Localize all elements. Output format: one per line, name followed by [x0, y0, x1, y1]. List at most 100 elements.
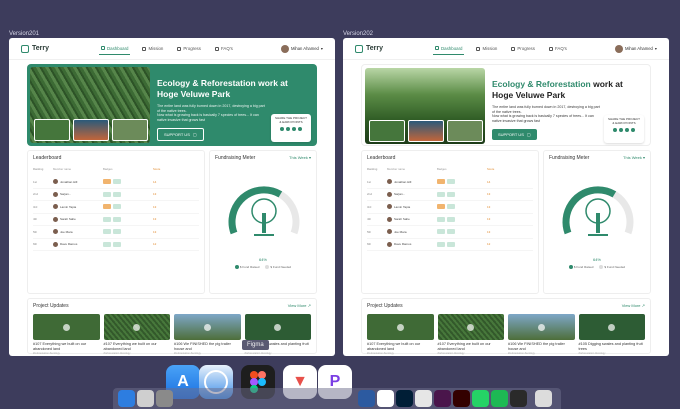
avatar — [53, 241, 58, 247]
textedit-icon[interactable] — [415, 390, 432, 407]
logo[interactable]: Terry — [355, 44, 383, 53]
video-thumbnail[interactable] — [508, 314, 575, 340]
launchpad-icon[interactable] — [137, 390, 154, 407]
whatsapp-icon[interactable] — [298, 127, 302, 132]
twitter-icon[interactable] — [613, 128, 617, 133]
member-name: Joe Mara — [60, 229, 73, 234]
preview-icon[interactable] — [358, 390, 375, 407]
thumbnail[interactable] — [34, 119, 70, 141]
design-frame-v202[interactable]: Terry Dashboard Mission Progress FAQ's M… — [343, 38, 669, 356]
table-row[interactable]: 2nd Sarjan... 13 — [367, 189, 533, 201]
leaderboard-rows: 1st Jonathan Hill 14 2nd Sarjan... 13 3rd Lam… — [33, 176, 199, 251]
play-icon[interactable] — [537, 323, 545, 331]
update-card[interactable]: #107 Everything we built on our abandone… — [367, 314, 434, 355]
dock-tooltip: Figma — [242, 340, 269, 350]
video-thumbnail[interactable] — [33, 314, 100, 340]
card-title: #107 Everything we built on our abandone… — [367, 342, 421, 351]
nav-faqs[interactable]: FAQ's — [547, 43, 569, 55]
update-card[interactable]: #107 Everything we built on our abandone… — [437, 314, 504, 355]
panel-title: Project Updates — [367, 303, 403, 309]
table-row[interactable]: 3rd Lamin Tapia 13 — [367, 201, 533, 214]
table-row[interactable]: 6th Dave Ramos 12 — [367, 239, 533, 251]
leaderboard-header: Ranking Member name Badges Score — [367, 167, 533, 171]
play-icon[interactable] — [203, 323, 211, 331]
nav-dashboard[interactable]: Dashboard — [99, 43, 131, 55]
spotify-icon[interactable] — [491, 390, 508, 407]
play-icon[interactable] — [274, 323, 282, 331]
avatar — [53, 191, 58, 197]
play-icon[interactable] — [467, 323, 475, 331]
avatar — [387, 241, 392, 247]
update-card[interactable]: #106 We FINISHED the pig trailer house a… — [508, 314, 575, 355]
badge-icon — [103, 216, 111, 222]
video-thumbnail[interactable] — [174, 314, 241, 340]
video-thumbnail[interactable] — [103, 314, 170, 340]
member-name: Sarah Sahe — [394, 217, 410, 222]
table-row[interactable]: 5th Joe Mara 13 — [33, 226, 199, 239]
support-us-button[interactable]: SUPPORT US ▢ — [492, 129, 537, 140]
design-frame-v201[interactable]: Terry Dashboard Mission Progress FAQ's M… — [9, 38, 335, 356]
whatsapp-icon[interactable] — [472, 390, 489, 407]
video-thumbnail[interactable] — [578, 314, 645, 340]
terminal-icon[interactable] — [510, 390, 527, 407]
whatsapp-icon[interactable] — [631, 128, 635, 133]
update-card[interactable]: #105 Digging swales and planting fruit t… — [578, 314, 645, 355]
play-icon[interactable] — [608, 323, 616, 331]
table-row[interactable]: 4th Sarah Sahe 13 — [367, 214, 533, 226]
this-week-dropdown[interactable]: This Week ▾ — [623, 155, 645, 160]
user-menu[interactable]: Mihan Ahamed ▾ — [280, 44, 323, 53]
nav-label: Dashboard — [441, 45, 463, 51]
instagram-icon[interactable] — [625, 128, 629, 133]
table-row[interactable]: 6th Dave Ramos 12 — [33, 239, 199, 251]
facebook-icon[interactable] — [619, 128, 623, 133]
nav-mission[interactable]: Mission — [140, 43, 165, 55]
update-card[interactable]: #106 We FINISHED the pig trailer house a… — [174, 314, 241, 355]
update-card[interactable]: #107 Everything we built on our abandone… — [103, 314, 170, 355]
video-thumbnail[interactable] — [244, 314, 311, 340]
logo-icon — [355, 44, 363, 53]
fundraising-panel: Fundraising Meter This Week ▾ 64% $ Fund… — [209, 150, 317, 294]
table-row[interactable]: 2nd Sarjan... 13 — [33, 189, 199, 201]
badge-icon — [447, 229, 455, 235]
thumbnail[interactable] — [369, 120, 405, 142]
support-us-button[interactable]: SUPPORT US ▢ — [157, 128, 204, 141]
video-thumbnail[interactable] — [367, 314, 434, 340]
user-menu[interactable]: Mihan Ahamed ▾ — [614, 44, 657, 53]
thumbnail[interactable] — [73, 119, 109, 141]
video-thumbnail[interactable] — [437, 314, 504, 340]
twitter-icon[interactable] — [280, 127, 284, 132]
play-icon[interactable] — [62, 323, 70, 331]
settings-icon[interactable] — [156, 390, 173, 407]
nav-progress[interactable]: Progress — [175, 43, 203, 55]
view-more-link[interactable]: View More ↗ — [288, 303, 311, 308]
avatar — [53, 204, 58, 210]
slack-icon[interactable] — [434, 390, 451, 407]
play-icon[interactable] — [133, 323, 141, 331]
nav-progress[interactable]: Progress — [509, 43, 537, 55]
thumbnail[interactable] — [408, 120, 444, 142]
nav-dashboard[interactable]: Dashboard — [433, 43, 465, 55]
gauge-legend: $ Fund Raised $ Fund Needed — [549, 265, 645, 270]
table-row[interactable]: 4th Sarah Sahe 13 — [33, 214, 199, 226]
facebook-icon[interactable] — [286, 127, 290, 132]
table-row[interactable]: 3rd Lamin Tapia 13 — [33, 201, 199, 214]
photoshop-icon[interactable] — [396, 390, 413, 407]
table-row[interactable]: 1st Jonathan Hill 14 — [367, 176, 533, 189]
nav-mission[interactable]: Mission — [474, 43, 499, 55]
logo[interactable]: Terry — [21, 44, 49, 53]
table-row[interactable]: 5th Joe Mara 13 — [367, 226, 533, 239]
instagram-icon[interactable] — [292, 127, 296, 132]
member-name: Dave Ramos — [60, 242, 78, 247]
update-card[interactable]: #107 Everything we built on our abandone… — [33, 314, 100, 355]
illustrator-icon[interactable] — [453, 390, 470, 407]
thumbnail[interactable] — [112, 119, 148, 141]
nav-faqs[interactable]: FAQ's — [213, 43, 235, 55]
finder-icon[interactable] — [118, 390, 135, 407]
table-row[interactable]: 1st Jonathan Hill 14 — [33, 176, 199, 189]
thumbnail[interactable] — [447, 120, 483, 142]
trash-icon[interactable] — [535, 390, 552, 407]
view-more-link[interactable]: View More ↗ — [622, 303, 645, 308]
chrome-icon[interactable] — [377, 390, 394, 407]
this-week-dropdown[interactable]: This Week ▾ — [289, 155, 311, 160]
play-icon[interactable] — [396, 323, 404, 331]
